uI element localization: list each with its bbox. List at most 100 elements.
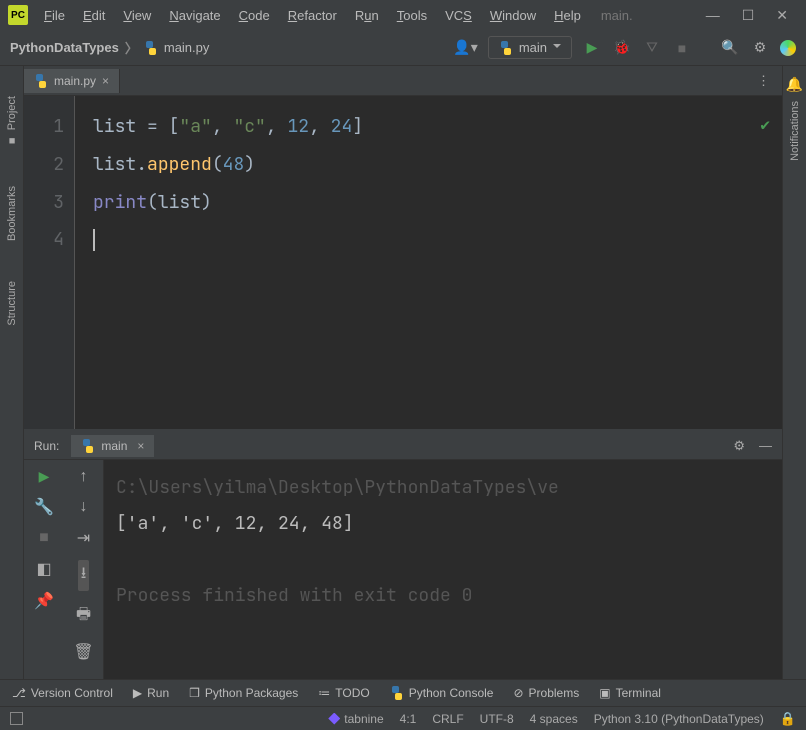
lock-icon[interactable]: 🔒 bbox=[780, 711, 796, 727]
main-menu: File Edit View Navigate Code Refactor Ru… bbox=[36, 4, 589, 27]
bookmarks-label: Bookmarks bbox=[6, 186, 18, 241]
layout-icon[interactable]: ◧ bbox=[36, 559, 51, 579]
python-packages-button[interactable]: ❒ Python Packages bbox=[189, 686, 298, 700]
rerun-button[interactable]: ▶ bbox=[39, 468, 50, 485]
line-number: 1 bbox=[24, 108, 64, 146]
cursor-position[interactable]: 4:1 bbox=[400, 712, 417, 726]
python-console-button[interactable]: Python Console bbox=[390, 686, 494, 700]
inspection-ok-icon[interactable]: ✔ bbox=[760, 108, 770, 142]
menu-run[interactable]: Run bbox=[347, 4, 387, 27]
file-encoding[interactable]: UTF-8 bbox=[480, 712, 514, 726]
main-area: ■ Project Bookmarks Structure main.py × … bbox=[0, 66, 806, 679]
notifications-label: Notifications bbox=[789, 101, 801, 161]
settings-button[interactable]: ⚙ bbox=[750, 39, 770, 56]
line-number: 4 bbox=[24, 221, 64, 259]
line-number-gutter: 1 2 3 4 bbox=[24, 96, 74, 429]
tab-label: main.py bbox=[54, 74, 96, 88]
soft-wrap-icon[interactable]: ⇥ bbox=[77, 528, 90, 548]
minimize-button[interactable]: — bbox=[706, 7, 720, 24]
run-settings-icon[interactable]: ⚙ bbox=[733, 438, 745, 454]
menu-code[interactable]: Code bbox=[231, 4, 278, 27]
up-arrow-icon[interactable]: ↑ bbox=[80, 468, 88, 486]
hide-run-panel-icon[interactable]: — bbox=[759, 438, 772, 454]
stop-button[interactable]: ■ bbox=[672, 40, 692, 56]
editor-tabs: main.py × ⋮ bbox=[24, 66, 782, 96]
code-line-4 bbox=[93, 221, 782, 259]
terminal-button[interactable]: ▣ Terminal bbox=[599, 686, 661, 700]
menu-vcs[interactable]: VCS bbox=[437, 4, 480, 27]
menu-window[interactable]: Window bbox=[482, 4, 544, 27]
run-tab-label: main bbox=[101, 439, 127, 453]
python-file-icon bbox=[144, 41, 158, 55]
chevron-down-icon bbox=[553, 40, 561, 55]
stop-run-button[interactable]: ■ bbox=[39, 529, 49, 547]
delete-icon[interactable]: 🗑 bbox=[73, 642, 93, 662]
toolbar-right: 👤▾ main ▶ 🐞 ⛛ ■ 🔍 ⚙ bbox=[453, 36, 796, 59]
python-interpreter[interactable]: Python 3.10 (PythonDataTypes) bbox=[594, 712, 764, 726]
run-configuration-selector[interactable]: main bbox=[488, 36, 572, 59]
breadcrumb-file[interactable]: main.py bbox=[164, 40, 210, 55]
status-bar: tabnine 4:1 CRLF UTF-8 4 spaces Python 3… bbox=[0, 706, 806, 730]
project-tool-button[interactable]: ■ Project bbox=[6, 96, 18, 146]
editor-tab-main[interactable]: main.py × bbox=[24, 69, 120, 93]
code-editor[interactable]: 1 2 3 4 ✔ list = ["a", "c", 12, 24] list… bbox=[24, 96, 782, 429]
scroll-to-end-icon[interactable]: ⭳ bbox=[78, 560, 90, 591]
run-label: Run: bbox=[34, 439, 59, 453]
console-output[interactable]: C:\Users\yilma\Desktop\PythonDataTypes\v… bbox=[104, 460, 782, 679]
down-arrow-icon[interactable]: ↓ bbox=[80, 498, 88, 516]
structure-tool-button[interactable]: Structure bbox=[6, 281, 18, 326]
menu-file[interactable]: File bbox=[36, 4, 73, 27]
search-everywhere-button[interactable]: 🔍 bbox=[720, 39, 740, 56]
line-ending[interactable]: CRLF bbox=[432, 712, 463, 726]
run-header: Run: main × ⚙ — bbox=[24, 432, 782, 460]
run-action-col-1: ▶ 🔧 ■ ◧ 📌 bbox=[24, 460, 64, 679]
debug-button[interactable]: 🐞 bbox=[612, 39, 632, 56]
code-line-2: list.append(48) bbox=[93, 146, 782, 184]
close-button[interactable]: ✕ bbox=[776, 7, 788, 24]
title-bar: PC File Edit View Navigate Code Refactor… bbox=[0, 0, 806, 30]
tool-windows-toggle-icon[interactable] bbox=[10, 712, 23, 725]
menu-help[interactable]: Help bbox=[546, 4, 589, 27]
pin-icon[interactable]: 📌 bbox=[34, 591, 54, 611]
python-icon bbox=[81, 439, 95, 453]
notifications-tool-button[interactable]: Notifications bbox=[789, 101, 801, 161]
maximize-button[interactable]: ☐ bbox=[742, 7, 755, 24]
menu-edit[interactable]: Edit bbox=[75, 4, 113, 27]
close-run-tab-icon[interactable]: × bbox=[137, 439, 144, 453]
window-title-tail: main. bbox=[601, 8, 633, 23]
problems-button[interactable]: ⊘ Problems bbox=[513, 686, 579, 700]
run-tab-main[interactable]: main × bbox=[71, 435, 154, 457]
bookmarks-tool-button[interactable]: Bookmarks bbox=[6, 186, 18, 241]
todo-button[interactable]: ≔ TODO bbox=[318, 686, 369, 700]
left-tool-stripe: ■ Project Bookmarks Structure bbox=[0, 66, 24, 679]
console-exit: Process finished with exit code 0 bbox=[116, 578, 770, 614]
user-icon[interactable]: 👤▾ bbox=[453, 39, 477, 56]
bottom-tool-stripe: ⎇ Version Control ▶ Run ❒ Python Package… bbox=[0, 679, 806, 706]
navigation-toolbar: PythonDataTypes 〉 main.py 👤▾ main ▶ 🐞 ⛛ … bbox=[0, 30, 806, 66]
python-icon bbox=[499, 41, 513, 55]
breadcrumb-project[interactable]: PythonDataTypes bbox=[10, 40, 119, 55]
menu-tools[interactable]: Tools bbox=[389, 4, 435, 27]
menu-refactor[interactable]: Refactor bbox=[280, 4, 345, 27]
run-action-col-2: ↑ ↓ ⇥ ⭳ 🖶 🗑 bbox=[64, 460, 104, 679]
breadcrumb-separator: 〉 bbox=[125, 38, 138, 57]
project-label: Project bbox=[6, 96, 18, 130]
run-config-name: main bbox=[519, 40, 547, 55]
print-icon[interactable]: 🖶 bbox=[76, 603, 91, 630]
code-line-1: list = ["a", "c", 12, 24] bbox=[93, 108, 782, 146]
run-tool-button[interactable]: ▶ Run bbox=[133, 686, 169, 700]
run-with-coverage-button[interactable]: ⛛ bbox=[642, 39, 662, 56]
tab-options-icon[interactable]: ⋮ bbox=[745, 73, 782, 89]
code-with-me-icon[interactable] bbox=[780, 40, 796, 56]
indent-setting[interactable]: 4 spaces bbox=[530, 712, 578, 726]
tabnine-widget[interactable]: tabnine bbox=[328, 712, 383, 726]
menu-view[interactable]: View bbox=[115, 4, 159, 27]
line-number: 3 bbox=[24, 184, 64, 222]
version-control-button[interactable]: ⎇ Version Control bbox=[12, 686, 113, 700]
close-tab-icon[interactable]: × bbox=[102, 74, 109, 88]
menu-navigate[interactable]: Navigate bbox=[161, 4, 228, 27]
bell-icon[interactable]: 🔔 bbox=[786, 76, 803, 93]
run-button[interactable]: ▶ bbox=[582, 39, 602, 56]
wrench-icon[interactable]: 🔧 bbox=[34, 497, 54, 517]
code-area[interactable]: ✔ list = ["a", "c", 12, 24] list.append(… bbox=[75, 96, 782, 429]
